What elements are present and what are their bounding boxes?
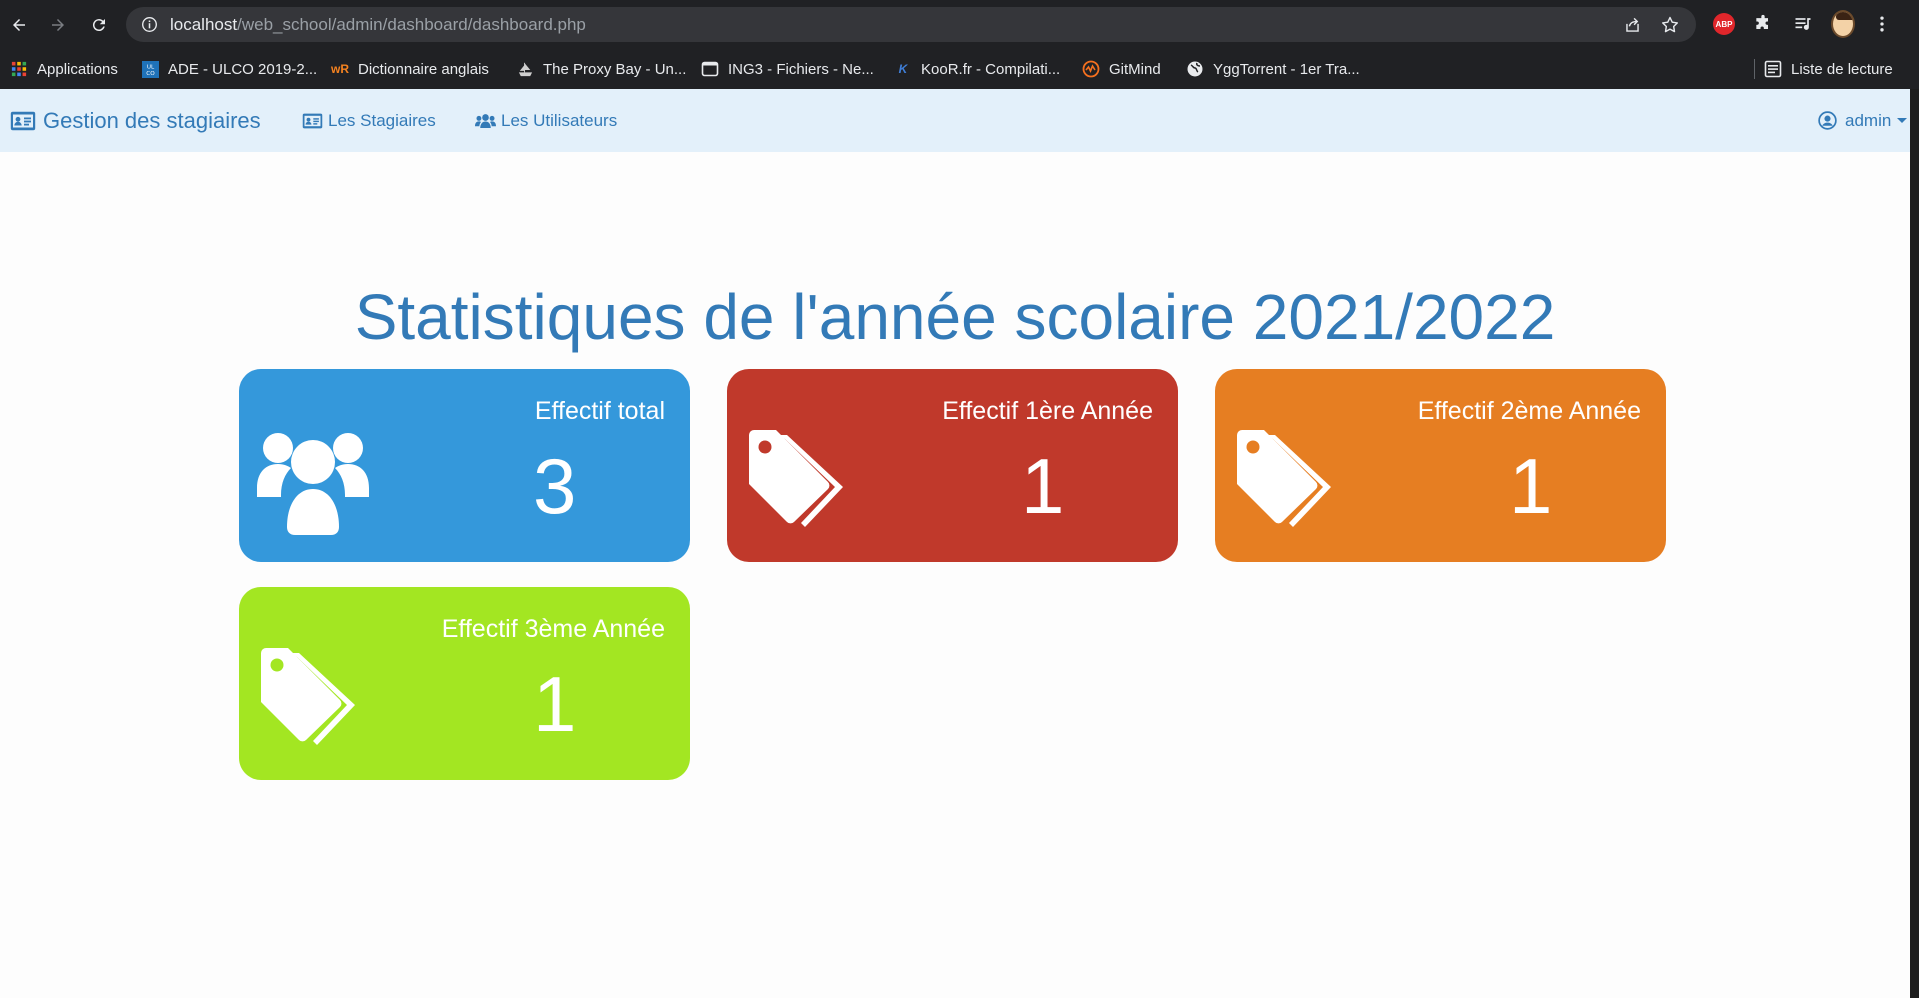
page-title: Statistiques de l'année scolaire 2021/20… xyxy=(354,281,1556,353)
caret-down-icon xyxy=(1897,118,1908,123)
bookmark-star-icon[interactable] xyxy=(1660,15,1680,35)
user-menu-dropdown[interactable]: admin xyxy=(1818,89,1908,152)
url-host: localhost xyxy=(170,14,238,34)
media-queue-icon[interactable] xyxy=(1791,12,1815,36)
browser-toolbar: localhost/web_school/admin/dashboard/das… xyxy=(0,0,1919,49)
svg-text:CO: CO xyxy=(146,71,155,77)
bookmark-label: GitMind xyxy=(1109,60,1161,78)
card-label: Effectif total xyxy=(534,397,665,425)
card-value: 1 xyxy=(1509,442,1553,530)
bookmark-label: YggTorrent - 1er Tra... xyxy=(1213,60,1360,78)
bookmark-label: Dictionnaire anglais xyxy=(358,60,489,78)
bookmark-label: ING3 - Fichiers - Ne... xyxy=(728,60,874,78)
stat-card-3eme-annee: Effectif 3ème Année 1 xyxy=(239,587,690,780)
bookmark-label: The Proxy Bay - Un... xyxy=(543,60,687,78)
profile-avatar[interactable] xyxy=(1831,10,1855,38)
user-menu-label: admin xyxy=(1845,110,1892,130)
users-icon xyxy=(257,433,369,535)
adblock-plus-icon[interactable]: ABP xyxy=(1712,12,1736,36)
brand-label: Gestion des stagiaires xyxy=(43,107,261,133)
nav-link-utilisateurs[interactable]: Les Utilisateurs xyxy=(475,89,617,152)
url-path: /web_school/admin/dashboard/dashboard.ph… xyxy=(237,14,586,34)
gitmind-icon xyxy=(1082,60,1100,78)
extensions-puzzle-icon[interactable] xyxy=(1751,12,1775,36)
tags-icon xyxy=(261,648,355,745)
bookmark-koor[interactable]: K KooR.fr - Compilati... xyxy=(894,49,1061,89)
ulco-icon: UL CO xyxy=(141,60,159,78)
svg-text:UL: UL xyxy=(146,64,154,70)
card-value: 1 xyxy=(1021,442,1065,530)
nav-link-label: Les Stagiaires xyxy=(328,110,436,130)
stat-card-total: Effectif total 3 xyxy=(239,369,690,562)
more-menu-icon[interactable] xyxy=(1870,12,1894,36)
apps-grid-icon xyxy=(10,60,28,78)
bookmarks-divider xyxy=(1754,59,1755,79)
brand-link[interactable]: Gestion des stagiaires xyxy=(10,89,261,152)
nav-link-stagiaires[interactable]: Les Stagiaires xyxy=(302,89,436,152)
share-icon[interactable] xyxy=(1622,15,1642,35)
url-text[interactable]: localhost/web_school/admin/dashboard/das… xyxy=(170,15,586,35)
pirate-ship-icon xyxy=(516,60,534,78)
stat-card-2eme-annee: Effectif 2ème Année 1 xyxy=(1215,369,1666,562)
address-bar[interactable]: localhost/web_school/admin/dashboard/das… xyxy=(126,7,1696,42)
bookmark-gitmind[interactable]: GitMind xyxy=(1082,49,1161,89)
card-value: 1 xyxy=(533,660,577,748)
window-edge xyxy=(1910,89,1919,998)
bookmark-label: KooR.fr - Compilati... xyxy=(921,60,1061,78)
bookmark-proxy-bay[interactable]: The Proxy Bay - Un... xyxy=(516,49,686,89)
app-navbar: Gestion des stagiaires Les Stagiaires Le… xyxy=(0,89,1910,152)
bookmark-ing3[interactable]: ING3 - Fichiers - Ne... xyxy=(701,49,874,89)
reading-list-icon xyxy=(1764,60,1782,78)
id-card-icon xyxy=(302,113,323,128)
stat-card-1ere-annee: Effectif 1ère Année 1 xyxy=(727,369,1178,562)
globe-icon xyxy=(1186,60,1204,78)
users-icon xyxy=(475,113,496,128)
bookmarks-bar: Applications UL CO ADE - ULCO 2019-2... wR… xyxy=(0,49,1919,90)
tags-icon xyxy=(749,430,843,527)
bookmark-ade-ulco[interactable]: UL CO ADE - ULCO 2019-2... xyxy=(141,49,317,89)
info-icon[interactable] xyxy=(140,16,158,34)
reload-button[interactable] xyxy=(86,12,112,38)
reading-list-button[interactable]: Liste de lecture xyxy=(1764,49,1893,89)
card-value: 3 xyxy=(533,442,577,530)
bookmark-label: ADE - ULCO 2019-2... xyxy=(168,60,318,78)
reload-icon xyxy=(92,19,105,32)
reading-list-label: Liste de lecture xyxy=(1791,60,1893,78)
forward-button[interactable] xyxy=(45,12,71,38)
bookmark-label: Applications xyxy=(37,60,118,78)
bookmark-dictionnaire[interactable]: wR Dictionnaire anglais xyxy=(331,49,489,89)
back-button[interactable] xyxy=(6,12,32,38)
wordreference-icon: wR xyxy=(331,62,349,76)
folder-icon xyxy=(701,60,719,78)
nav-link-label: Les Utilisateurs xyxy=(501,110,618,130)
user-circle-icon xyxy=(1818,111,1837,130)
card-label: Effectif 1ère Année xyxy=(942,397,1153,425)
card-label: Effectif 3ème Année xyxy=(441,615,665,643)
tags-icon xyxy=(1237,430,1331,527)
id-card-icon xyxy=(10,111,36,130)
bookmark-applications[interactable]: Applications xyxy=(10,49,118,89)
arrow-left-icon xyxy=(13,19,25,31)
card-label: Effectif 2ème Année xyxy=(1417,397,1641,425)
bookmark-yggtorrent[interactable]: YggTorrent - 1er Tra... xyxy=(1186,49,1360,89)
arrow-right-icon xyxy=(52,19,64,31)
koor-icon: K xyxy=(898,62,908,76)
